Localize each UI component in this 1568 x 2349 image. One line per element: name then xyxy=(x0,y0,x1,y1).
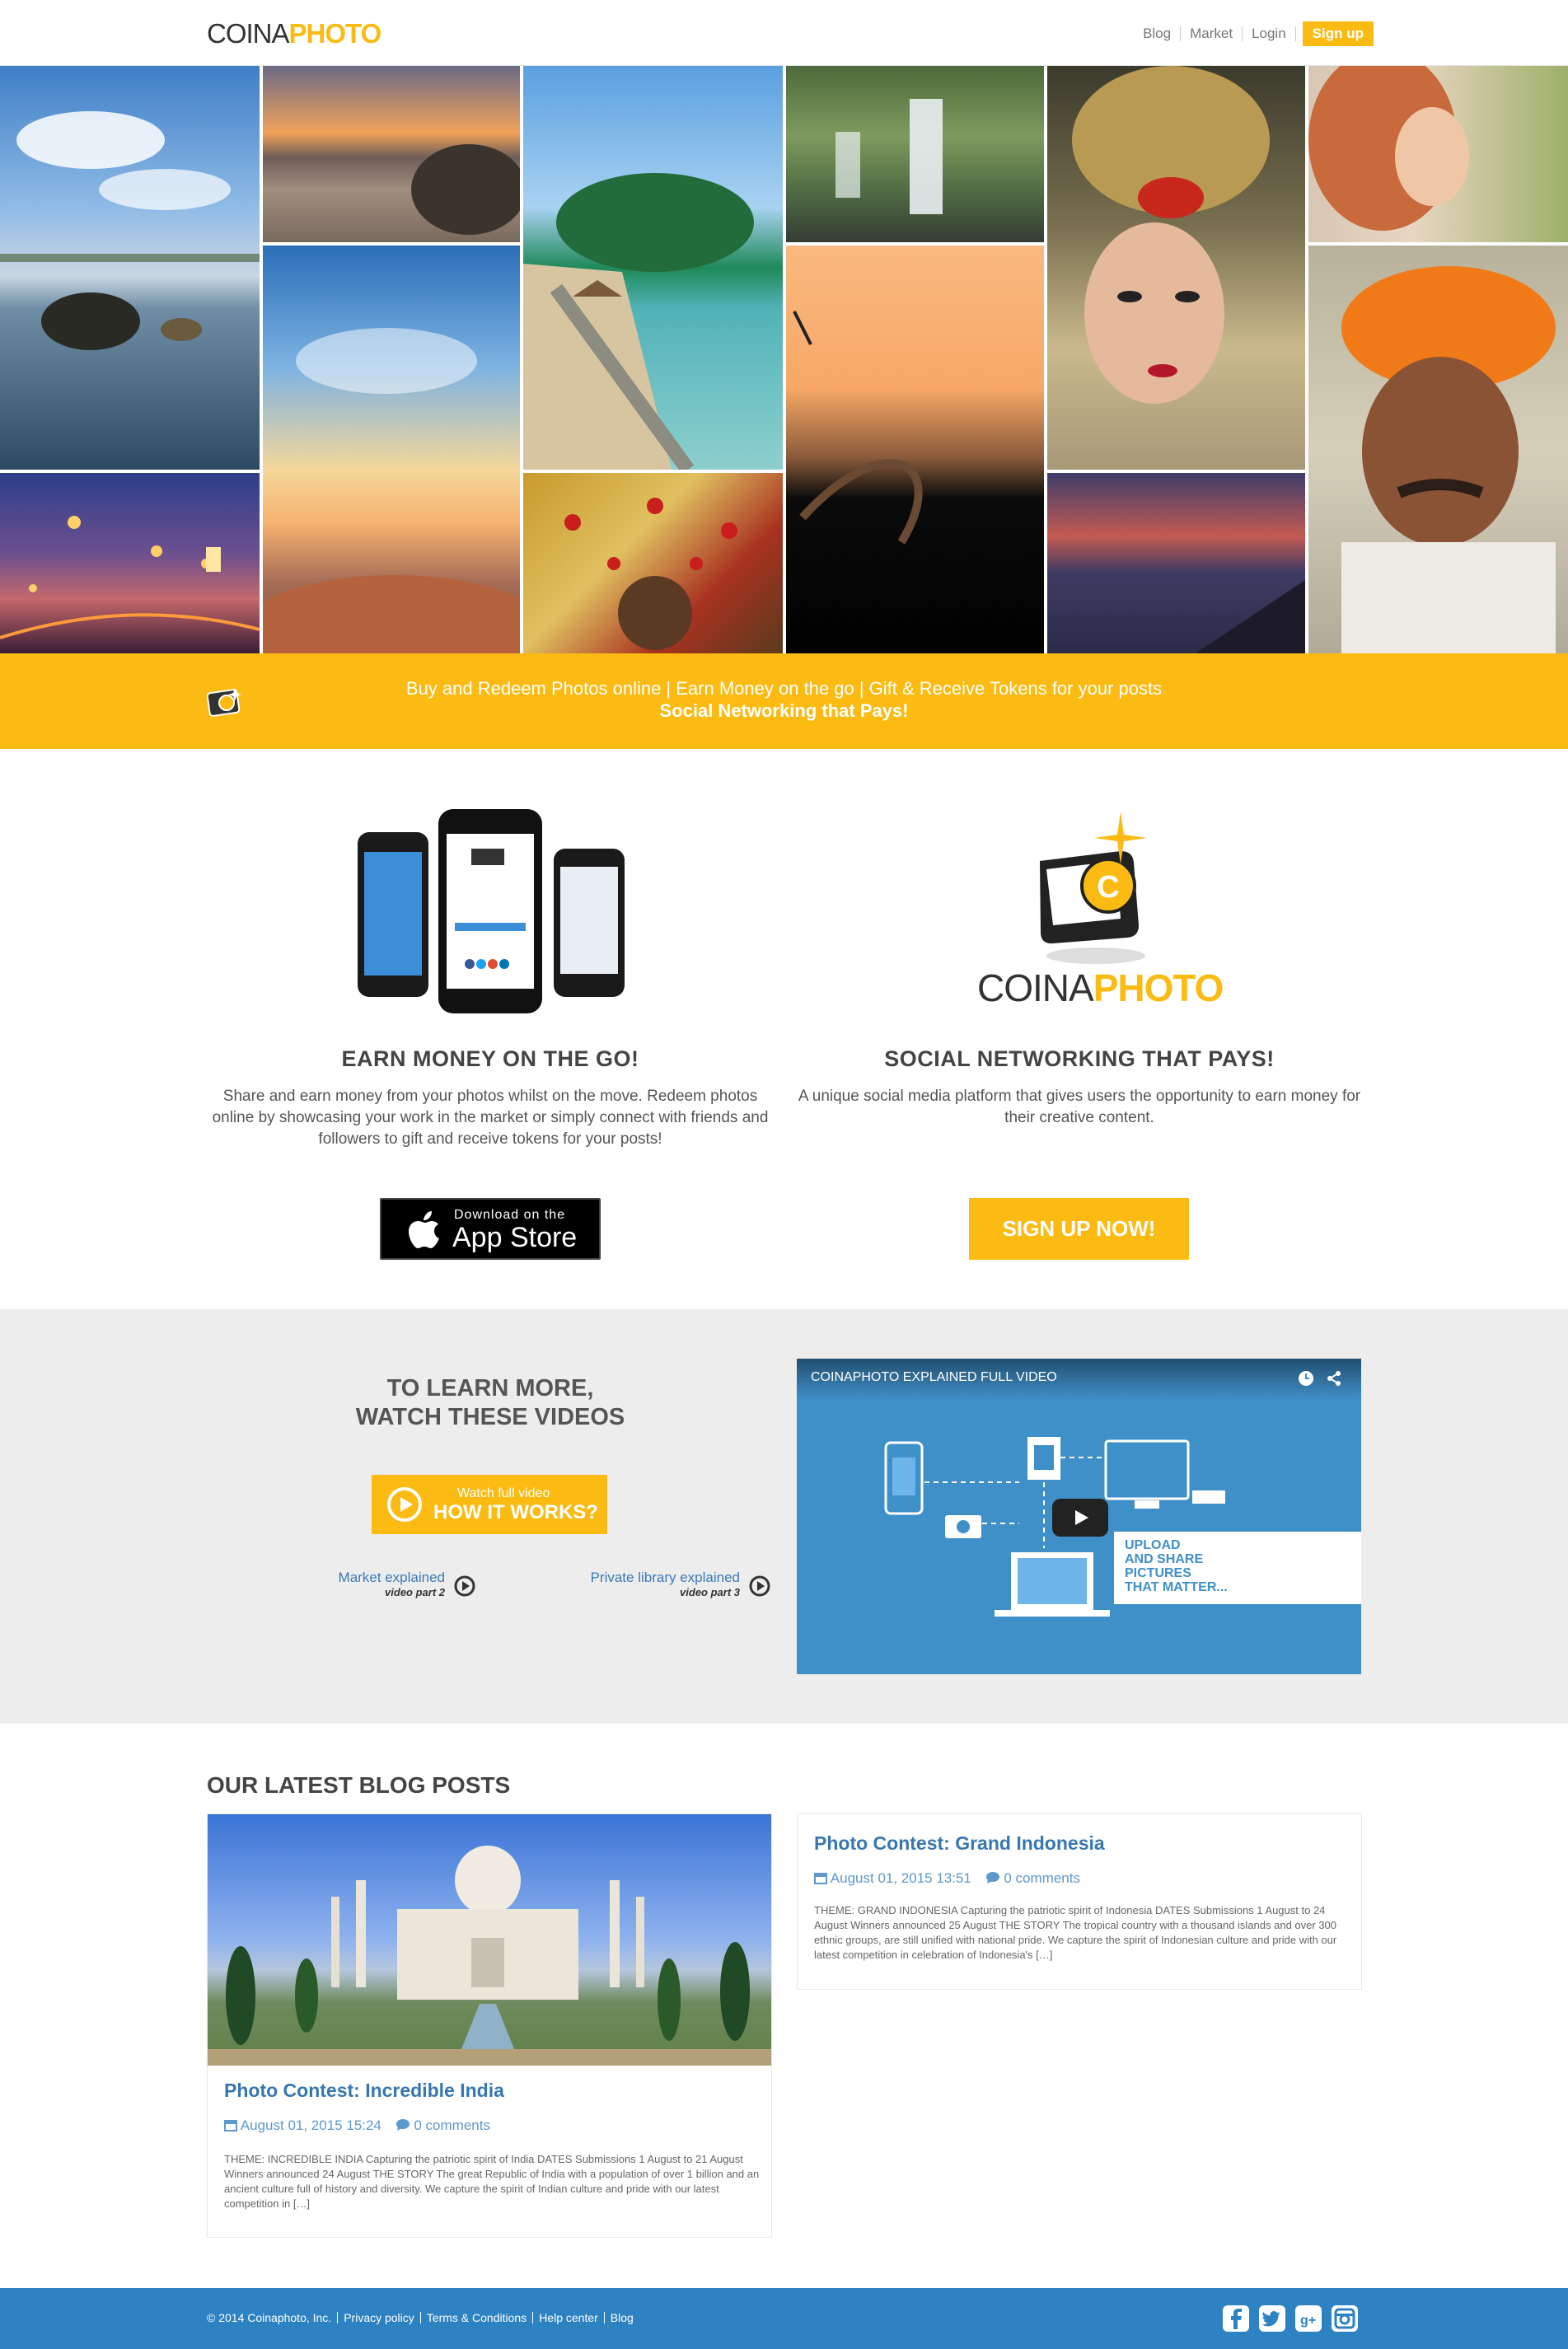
phones-illustration xyxy=(358,809,625,1013)
mosaic-photo-tropical-beach xyxy=(523,66,783,470)
market-explained-title: Market explained xyxy=(338,1570,445,1585)
videos-heading-line1: TO LEARN MORE, xyxy=(386,1375,594,1401)
photo-mosaic xyxy=(0,66,1568,653)
blog-post-meta: August 01, 2015 15:24 0 comments xyxy=(224,2117,490,2134)
calendar-icon xyxy=(224,2120,237,2131)
site-logo[interactable]: COINAPHOTO xyxy=(207,18,381,49)
footer-terms-link[interactable]: Terms & Conditions xyxy=(419,2312,532,2323)
how-it-works-button[interactable]: Watch full video HOW IT WORKS? xyxy=(372,1475,607,1534)
site-footer: © 2014 Coinaphoto, Inc. Privacy policy T… xyxy=(0,2288,1568,2349)
sign-up-now-button[interactable]: SIGN UP NOW! xyxy=(969,1198,1189,1260)
mosaic-photo-sea-sunset xyxy=(1047,473,1305,653)
mosaic-photo-turban-man xyxy=(1308,246,1568,653)
mosaic-photo-beach-sunset xyxy=(263,66,520,242)
calendar-icon xyxy=(814,1873,827,1884)
footer-links: © 2014 Coinaphoto, Inc. Privacy policy T… xyxy=(207,2312,639,2323)
banner-line1: Buy and Redeem Photos online | Earn Mone… xyxy=(405,678,1163,699)
nav-signup-button[interactable]: Sign up xyxy=(1302,21,1374,46)
blog-post-date: August 01, 2015 15:24 xyxy=(240,2117,381,2133)
play-circle-icon xyxy=(387,1487,422,1522)
instagram-icon[interactable] xyxy=(1331,2305,1359,2333)
mosaic-photo-cloud-sunset xyxy=(263,246,520,653)
blog-post-comments[interactable]: 0 comments xyxy=(1004,1870,1080,1886)
blog-post-comments[interactable]: 0 comments xyxy=(414,2117,490,2133)
google-plus-icon[interactable]: g+ xyxy=(1294,2305,1322,2333)
blog-post-excerpt: THEME: INCREDIBLE INDIA Capturing the pa… xyxy=(224,2153,760,2210)
apple-icon xyxy=(409,1211,439,1248)
mosaic-photo-woman-portrait xyxy=(1308,66,1568,242)
mosaic-photo-grass-sunset xyxy=(786,246,1044,653)
app-store-small-text: Download on the xyxy=(454,1208,566,1222)
banner-line2: Social Networking that Pays! xyxy=(659,700,909,721)
facebook-icon[interactable] xyxy=(1222,2305,1250,2333)
comment-icon xyxy=(396,2119,410,2131)
footer-copyright: © 2014 Coinaphoto, Inc. xyxy=(207,2311,332,2324)
market-explained-link[interactable]: Market explained video part 2 xyxy=(313,1570,480,1598)
market-explained-sub: video part 2 xyxy=(385,1586,445,1598)
caption-line: THAT MATTER... xyxy=(1125,1580,1228,1594)
comment-icon xyxy=(985,1872,999,1883)
mosaic-photo-waterfall xyxy=(786,66,1044,242)
nav-market-link[interactable]: Market xyxy=(1181,26,1243,41)
blog-post-date: August 01, 2015 13:51 xyxy=(830,1870,971,1886)
feature-logo-part2: PHOTO xyxy=(1093,966,1224,1009)
nav-login-link[interactable]: Login xyxy=(1243,26,1296,41)
video-caption: UPLOAD AND SHARE PICTURES THAT MATTER... xyxy=(1125,1538,1228,1594)
feature-logo-part1: COINA xyxy=(977,966,1094,1009)
feature-left-title: EARN MONEY ON THE GO! xyxy=(341,1046,639,1071)
play-circle-icon xyxy=(454,1575,475,1597)
logo-text-part1: COINA xyxy=(207,18,290,49)
blog-post-title[interactable]: Photo Contest: Grand Indonesia xyxy=(814,1832,1105,1855)
app-store-big-text: App Store xyxy=(452,1222,578,1253)
site-header: COINAPHOTO Blog Market Login Sign up xyxy=(0,0,1568,66)
mosaic-photo-festival-headdress xyxy=(523,473,783,653)
mosaic-photo-lake xyxy=(0,66,260,470)
how-it-works-small: Watch full video xyxy=(457,1486,550,1500)
videos-heading: TO LEARN MORE, WATCH THESE VIDEOS xyxy=(313,1374,667,1432)
blog-post-title[interactable]: Photo Contest: Incredible India xyxy=(224,2080,504,2102)
blog-post-card: Photo Contest: Incredible India August 0… xyxy=(207,1813,772,2238)
logo-text-part2: PHOTO xyxy=(288,18,382,49)
how-it-works-big: HOW IT WORKS? xyxy=(433,1501,598,1523)
svg-text:g+: g+ xyxy=(1300,2314,1316,2328)
feature-left-text: Share and earn money from your photos wh… xyxy=(212,1088,769,1148)
play-circle-icon xyxy=(749,1575,770,1597)
footer-blog-link[interactable]: Blog xyxy=(603,2312,639,2323)
blog-post-meta: August 01, 2015 13:51 0 comments xyxy=(814,1870,1080,1887)
mosaic-photo-streetlights xyxy=(0,473,260,653)
feature-right-title: SOCIAL NETWORKING THAT PAYS! xyxy=(884,1046,1275,1071)
private-library-title: Private library explained xyxy=(590,1570,740,1585)
mosaic-photo-balinese-dancer xyxy=(1047,66,1305,470)
private-library-explained-link[interactable]: Private library explained video part 3 xyxy=(536,1570,775,1598)
caption-line: UPLOAD xyxy=(1125,1538,1181,1552)
blog-post-image-taj-mahal[interactable] xyxy=(208,1814,771,2066)
blog-post-card: Photo Contest: Grand Indonesia August 01… xyxy=(797,1813,1362,1990)
twitter-icon[interactable] xyxy=(1258,2305,1286,2333)
nav-blog-link[interactable]: Blog xyxy=(1134,26,1182,41)
feature-right-text: A unique social media platform that give… xyxy=(798,1088,1361,1126)
video-play-button[interactable] xyxy=(1052,1499,1108,1537)
top-nav: Blog Market Login Sign up xyxy=(1134,21,1374,46)
private-library-sub: video part 3 xyxy=(680,1586,740,1598)
svg-text:C: C xyxy=(1097,870,1119,905)
blog-heading: OUR LATEST BLOG POSTS xyxy=(207,1772,511,1798)
footer-privacy-link[interactable]: Privacy policy xyxy=(337,2312,420,2323)
footer-help-link[interactable]: Help center xyxy=(532,2312,604,2323)
tagline-banner: Buy and Redeem Photos online | Earn Mone… xyxy=(0,653,1568,749)
app-store-button[interactable]: Download on the App Store xyxy=(380,1198,601,1260)
caption-line: PICTURES xyxy=(1125,1566,1191,1580)
feature-right-logo: COINAPHOTO xyxy=(977,966,1224,1010)
video-section: TO LEARN MORE, WATCH THESE VIDEOS Watch … xyxy=(0,1309,1568,1724)
caption-line: AND SHARE xyxy=(1125,1552,1204,1566)
coinaphoto-emblem-icon: C xyxy=(1040,812,1147,964)
video-player[interactable]: COINAPHOTO EXPLAINED FULL VIDEO UPLOAD A… xyxy=(797,1359,1361,1674)
videos-heading-line2: WATCH THESE VIDEOS xyxy=(355,1404,625,1430)
blog-post-excerpt: THEME: GRAND INDONESIA Capturing the pat… xyxy=(814,1904,1337,1961)
play-icon xyxy=(1075,1510,1088,1525)
